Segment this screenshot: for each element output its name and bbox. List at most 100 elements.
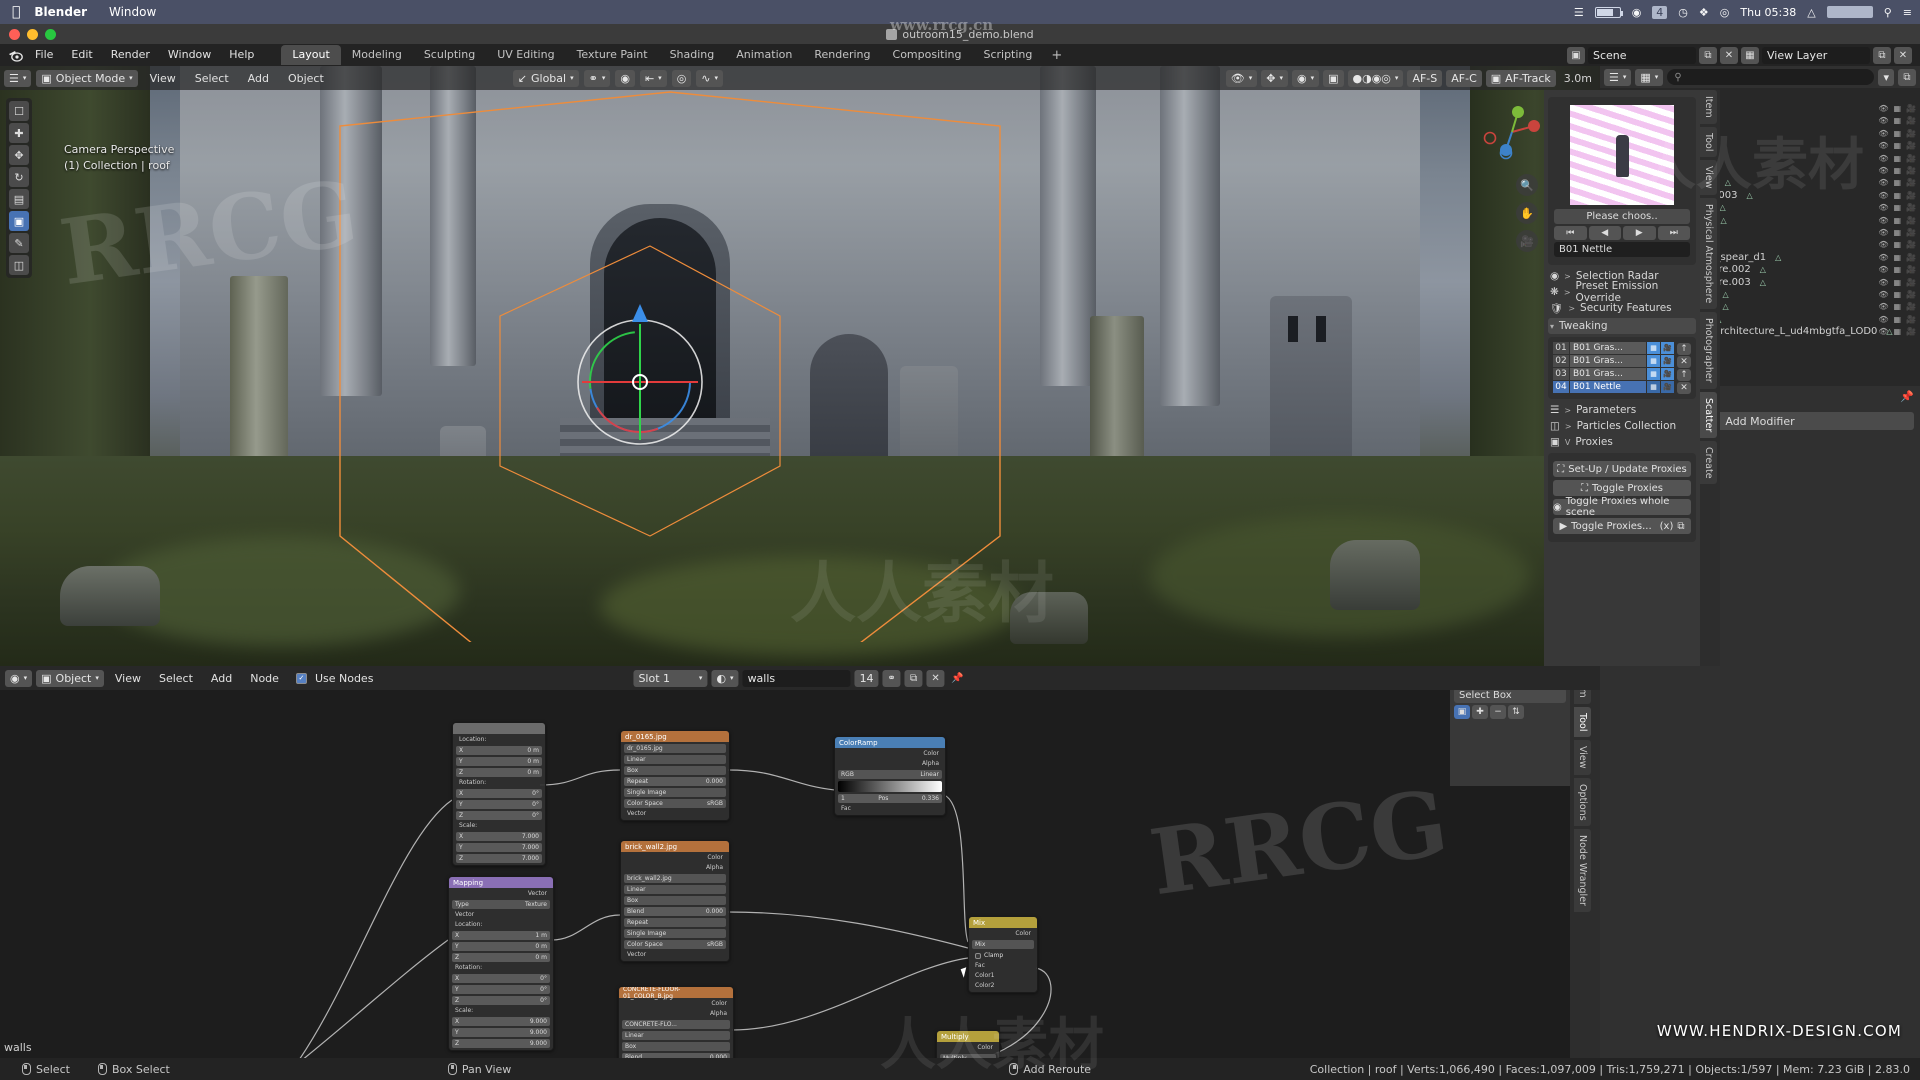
measure-icon[interactable]: ◫ bbox=[9, 255, 29, 275]
mesh-data-icon[interactable]: △ bbox=[1723, 302, 1729, 311]
disable-in-viewport-icon[interactable]: ▦ bbox=[1893, 265, 1901, 274]
disable-in-viewport-icon[interactable]: ▦ bbox=[1893, 290, 1901, 299]
select-subtract-icon[interactable]: − bbox=[1490, 705, 1506, 719]
menu-extras-icon[interactable]: ≡ bbox=[1903, 6, 1912, 19]
battery-icon[interactable] bbox=[1595, 7, 1621, 18]
node-header[interactable]: Mapping bbox=[449, 877, 553, 888]
camera-view-icon[interactable]: 🎥 bbox=[1516, 230, 1538, 252]
control-center-icon[interactable] bbox=[1827, 6, 1873, 18]
sidebar-tab-create[interactable]: Create bbox=[1700, 441, 1717, 485]
node-row[interactable]: Single Image bbox=[624, 788, 726, 797]
node-row[interactable]: Single Image bbox=[624, 929, 726, 938]
disable-in-viewport-icon[interactable]: ▦ bbox=[1893, 178, 1901, 187]
minimize-window-button[interactable] bbox=[27, 29, 38, 40]
tweaking-list-item[interactable]: 01B01 Gras...▦🎥 bbox=[1553, 342, 1674, 354]
viewport-menu-select[interactable]: Select bbox=[188, 72, 236, 85]
outliner-row-toggles[interactable]: 👁▦🎥 bbox=[1878, 104, 1916, 113]
node-row[interactable]: Box bbox=[624, 766, 726, 775]
use-nodes-checkbox[interactable]: ✓ bbox=[296, 673, 307, 684]
node-row[interactable]: Linear bbox=[624, 755, 726, 764]
material-browse-icon[interactable]: ◐▾ bbox=[711, 670, 738, 687]
node-output-socket[interactable]: Color bbox=[972, 930, 1034, 938]
node-input-socket[interactable]: Vector bbox=[624, 951, 726, 959]
disable-in-render-icon[interactable]: 🎥 bbox=[1906, 129, 1916, 138]
outliner-filter-button[interactable]: ▾ bbox=[1878, 69, 1894, 86]
node-row[interactable]: Mix bbox=[972, 940, 1034, 949]
disable-in-render-icon[interactable]: 🎥 bbox=[1906, 240, 1916, 249]
hide-in-viewport-icon[interactable]: 👁 bbox=[1878, 228, 1888, 237]
node-checkbox-row[interactable]: Clamp bbox=[972, 951, 1034, 960]
move-up-icon[interactable]: ↑ bbox=[1677, 369, 1691, 381]
node-header[interactable]: brick_wall2.jpg bbox=[621, 841, 729, 852]
outliner-row-toggles[interactable]: 👁▦🎥 bbox=[1878, 216, 1916, 225]
outliner-row-toggles[interactable]: 👁▦🎥 bbox=[1878, 315, 1916, 324]
visibility-filter-button[interactable]: 👁▾ bbox=[1226, 70, 1257, 87]
outliner-row-toggles[interactable]: 👁▦🎥 bbox=[1878, 290, 1916, 299]
shader-editor-type-selector[interactable]: ◉▾ bbox=[5, 670, 32, 687]
move-up-icon[interactable]: ↑ bbox=[1677, 343, 1691, 355]
outliner-row-toggles[interactable]: 👁▦🎥 bbox=[1878, 278, 1916, 287]
tweaking-viewport-toggle-icon[interactable]: ▦ bbox=[1647, 381, 1660, 393]
node-output-socket[interactable]: Color bbox=[622, 1000, 730, 1008]
sidebar-tab-physical-atmosphere[interactable]: Physical Atmosphere bbox=[1700, 198, 1717, 309]
outliner-row-toggles[interactable]: 👁▦🎥 bbox=[1878, 116, 1916, 125]
disable-in-viewport-icon[interactable]: ▦ bbox=[1893, 278, 1901, 287]
sidebar-panel[interactable]: Please choos.. ⏮ ◀ ▶ ⏭ B01 Nettle ◉> bbox=[1544, 90, 1720, 666]
tab-animation[interactable]: Animation bbox=[725, 45, 803, 65]
node-output-socket[interactable]: Vector bbox=[452, 890, 550, 898]
disable-in-render-icon[interactable]: 🎥 bbox=[1906, 228, 1916, 237]
disable-in-render-icon[interactable]: 🎥 bbox=[1906, 166, 1916, 175]
tweaking-render-toggle-icon[interactable]: 🎥 bbox=[1661, 368, 1674, 380]
tab-texture-paint[interactable]: Texture Paint bbox=[566, 45, 659, 65]
outliner-row-toggles[interactable]: 👁▦🎥 bbox=[1878, 228, 1916, 237]
section-particles-collection[interactable]: ◫> Particles Collection bbox=[1548, 418, 1696, 434]
menu-render[interactable]: Render bbox=[102, 46, 159, 64]
material-users-count[interactable]: 14 bbox=[855, 670, 879, 687]
active-tool-name[interactable]: Select Box bbox=[1454, 688, 1566, 703]
fake-user-button[interactable]: ⚭ bbox=[883, 670, 901, 687]
disable-in-render-icon[interactable]: 🎥 bbox=[1906, 327, 1916, 336]
delete-scene-button[interactable]: ✕ bbox=[1720, 47, 1738, 64]
pin-icon[interactable]: 📌 bbox=[949, 670, 967, 687]
proportional-edit-toggle[interactable]: ◉ bbox=[615, 70, 635, 87]
disable-in-viewport-icon[interactable]: ▦ bbox=[1893, 141, 1901, 150]
delete-viewlayer-button[interactable]: ✕ bbox=[1894, 47, 1912, 64]
node-input-socket[interactable]: Color1 bbox=[972, 972, 1034, 980]
node-output-socket[interactable]: Alpha bbox=[622, 1010, 730, 1018]
shader-editor[interactable]: ◉▾ ▣ Object ▾ View Select Add Node ✓ Use… bbox=[0, 666, 1600, 1058]
node-input-socket[interactable]: Vector bbox=[624, 810, 726, 818]
select-invert-icon[interactable]: ⇅ bbox=[1508, 705, 1524, 719]
outliner-row-toggles[interactable]: 👁▦🎥 bbox=[1878, 327, 1916, 336]
window-controls[interactable] bbox=[9, 29, 56, 40]
shader-node-canvas[interactable]: Texture Coordinate Generated Vector Tran… bbox=[0, 690, 1600, 1058]
asset-name-field[interactable]: B01 Nettle bbox=[1554, 242, 1690, 257]
outliner-row-toggles[interactable]: 👁▦🎥 bbox=[1878, 302, 1916, 311]
proportional-falloff-selector[interactable]: ⇤▾ bbox=[640, 70, 667, 87]
disable-in-viewport-icon[interactable]: ▦ bbox=[1893, 104, 1901, 113]
tweaking-item-name[interactable]: B01 Gras... bbox=[1570, 355, 1646, 367]
hide-in-viewport-icon[interactable]: 👁 bbox=[1878, 240, 1888, 249]
tab-sculpting[interactable]: Sculpting bbox=[413, 45, 486, 65]
tab-modeling[interactable]: Modeling bbox=[341, 45, 413, 65]
remove-icon[interactable]: ✕ bbox=[1677, 382, 1691, 394]
node-image-selector[interactable]: brick_wall2.jpg bbox=[624, 874, 726, 883]
new-scene-button[interactable]: ⧉ bbox=[1699, 47, 1717, 64]
asset-thumbnail[interactable] bbox=[1570, 105, 1674, 205]
mesh-data-icon[interactable]: △ bbox=[1760, 278, 1766, 287]
menu-edit[interactable]: Edit bbox=[62, 46, 101, 64]
mesh-data-icon[interactable]: △ bbox=[1747, 191, 1753, 200]
transform-gizmo[interactable] bbox=[560, 302, 720, 462]
mesh-data-icon[interactable]: △ bbox=[1721, 216, 1727, 225]
disable-in-viewport-icon[interactable]: ▦ bbox=[1893, 166, 1901, 175]
node-output-socket[interactable]: Color bbox=[624, 854, 726, 862]
disable-in-viewport-icon[interactable]: ▦ bbox=[1893, 253, 1901, 262]
last-icon[interactable]: ⏭ bbox=[1658, 226, 1691, 240]
shader-type-selector[interactable]: ▣ Object ▾ bbox=[36, 670, 104, 687]
sidebar-tab-scatter[interactable]: Scatter bbox=[1700, 392, 1717, 438]
disable-in-render-icon[interactable]: 🎥 bbox=[1906, 278, 1916, 287]
disable-in-viewport-icon[interactable]: ▦ bbox=[1893, 216, 1901, 225]
viewport-menu-add[interactable]: Add bbox=[241, 72, 276, 85]
xray-toggle-button[interactable]: ▣ bbox=[1323, 70, 1343, 87]
disable-in-viewport-icon[interactable]: ▦ bbox=[1893, 116, 1901, 125]
af-s-button[interactable]: AF-S bbox=[1407, 70, 1442, 87]
